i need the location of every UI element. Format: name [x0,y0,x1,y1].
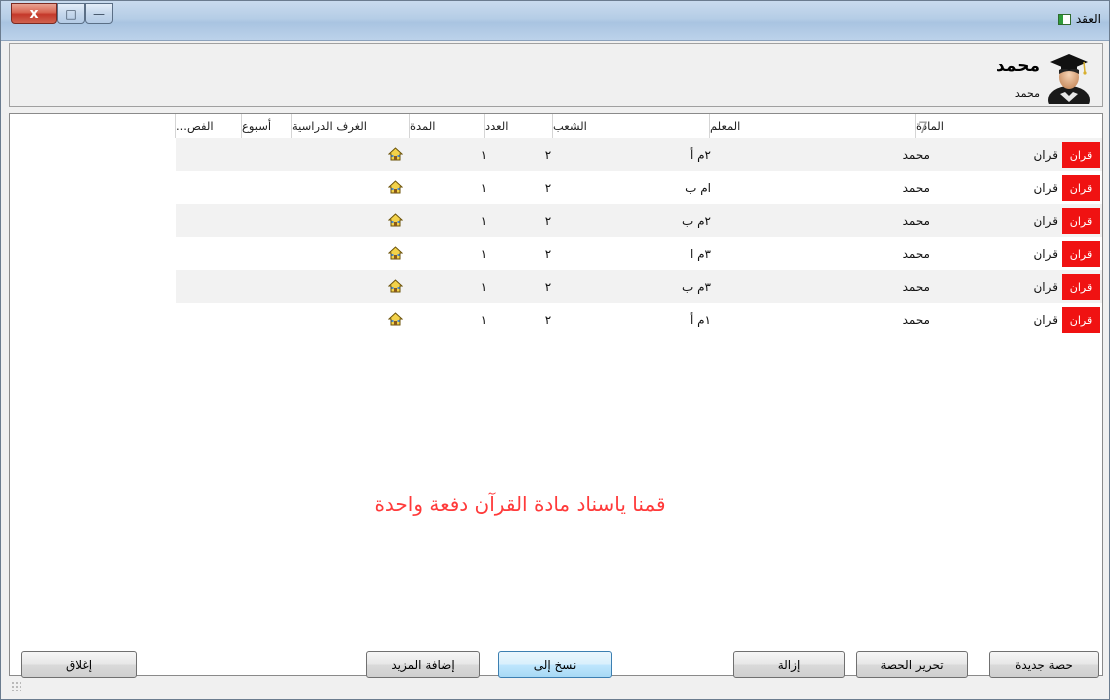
table-row[interactable]: قران قران محمد ٢م أ ٢ ١ [176,138,1102,171]
table-row[interactable]: قران قران محمد ٣م ا ٢ ١ [176,237,1102,270]
subject-color-badge: قران [1062,208,1100,234]
table-header: الفص... أسبوع الغرف الدراسية المدة العدد… [10,114,1102,138]
home-icon [387,245,404,260]
home-icon [387,179,404,194]
subject-color-badge: قران [1062,142,1100,168]
annotation-text: قمنا ياسناد مادة القرآن دفعة واحدة [374,492,666,516]
copy-to-button[interactable]: نسخ إلى [498,651,612,678]
column-semester[interactable]: الفص... [176,114,242,138]
teacher-name: محمد [996,56,1040,76]
column-blank [10,114,176,138]
home-icon [387,212,404,227]
window-title: العقد [1075,12,1101,26]
edit-lesson-button[interactable]: تحرير الحصة [856,651,968,678]
subject-cell: قران [1033,213,1058,228]
section-cell: ام ب [685,180,711,195]
count-cell: ٢ [544,147,552,162]
count-cell: ٢ [544,246,552,261]
close-button[interactable]: إغلاق [21,651,137,678]
minimize-window-button[interactable]: — [85,3,113,24]
column-count-indicator: 7 [918,118,929,137]
contract-window: x □ — العقد محمد محمد الفص... أسبوع الغر… [0,0,1110,700]
subject-cell: قران [1033,147,1058,162]
section-cell: ٣م ا [689,246,711,261]
teacher-subtitle: محمد [1014,87,1040,100]
duration-cell: ١ [480,279,488,294]
subject-color-badge: قران [1062,307,1100,333]
resize-grip[interactable] [11,681,21,691]
new-lesson-button[interactable]: حصة جديدة [989,651,1099,678]
home-icon [387,146,404,161]
section-cell: ٢م أ [689,147,711,162]
subject-cell: قران [1033,312,1058,327]
minimize-icon: — [93,6,105,21]
table-row[interactable]: قران قران محمد ١م أ ٢ ١ [176,303,1102,336]
graduate-avatar-icon [1048,54,1090,104]
teacher-cell: محمد [902,312,930,327]
empty-area [10,138,175,675]
count-cell: ٢ [544,279,552,294]
table-row[interactable]: قران قران محمد ٢م ب ٢ ١ [176,204,1102,237]
teacher-cell: محمد [902,246,930,261]
lessons-table[interactable]: الفص... أسبوع الغرف الدراسية المدة العدد… [9,113,1103,676]
close-icon: x [29,5,39,22]
window-title-area: العقد [1057,12,1101,26]
home-icon [387,278,404,293]
title-bar: x □ — العقد [1,1,1109,41]
column-classrooms[interactable]: الغرف الدراسية [292,114,410,138]
subject-color-badge: قران [1062,241,1100,267]
count-cell: ٢ [544,213,552,228]
add-more-button[interactable]: إضافة المزيد [366,651,480,678]
duration-cell: ١ [480,246,488,261]
count-cell: ٢ [544,312,552,327]
teacher-cell: محمد [902,147,930,162]
duration-cell: ١ [480,312,488,327]
maximize-icon: □ [65,6,77,21]
subject-cell: قران [1033,180,1058,195]
table-row[interactable]: قران قران محمد ٣م ب ٢ ١ [176,270,1102,303]
section-cell: ١م أ [689,312,711,327]
column-count[interactable]: العدد [485,114,553,138]
duration-cell: ١ [480,180,488,195]
subject-color-badge: قران [1062,175,1100,201]
app-icon [1057,13,1071,25]
subject-cell: قران [1033,279,1058,294]
count-cell: ٢ [544,180,552,195]
duration-cell: ١ [480,213,488,228]
table-row[interactable]: قران قران محمد ام ب ٢ ١ [176,171,1102,204]
column-teacher[interactable]: المعلم [710,114,916,138]
duration-cell: ١ [480,147,488,162]
teacher-header: محمد محمد [9,43,1103,107]
teacher-cell: محمد [902,279,930,294]
subject-cell: قران [1033,246,1058,261]
teacher-cell: محمد [902,180,930,195]
column-week[interactable]: أسبوع [242,114,292,138]
remove-button[interactable]: إزالة [733,651,845,678]
column-section[interactable]: الشعب [553,114,710,138]
maximize-window-button[interactable]: □ [57,3,85,24]
section-cell: ٣م ب [682,279,711,294]
teacher-cell: محمد [902,213,930,228]
section-cell: ٢م ب [682,213,711,228]
dialog-content: محمد محمد الفص... أسبوع الغرف الدراسية ا… [9,43,1103,693]
column-duration[interactable]: المدة [410,114,485,138]
close-window-button[interactable]: x [11,3,57,24]
subject-color-badge: قران [1062,274,1100,300]
home-icon [387,311,404,326]
column-subject[interactable]: المادة [916,114,1102,138]
